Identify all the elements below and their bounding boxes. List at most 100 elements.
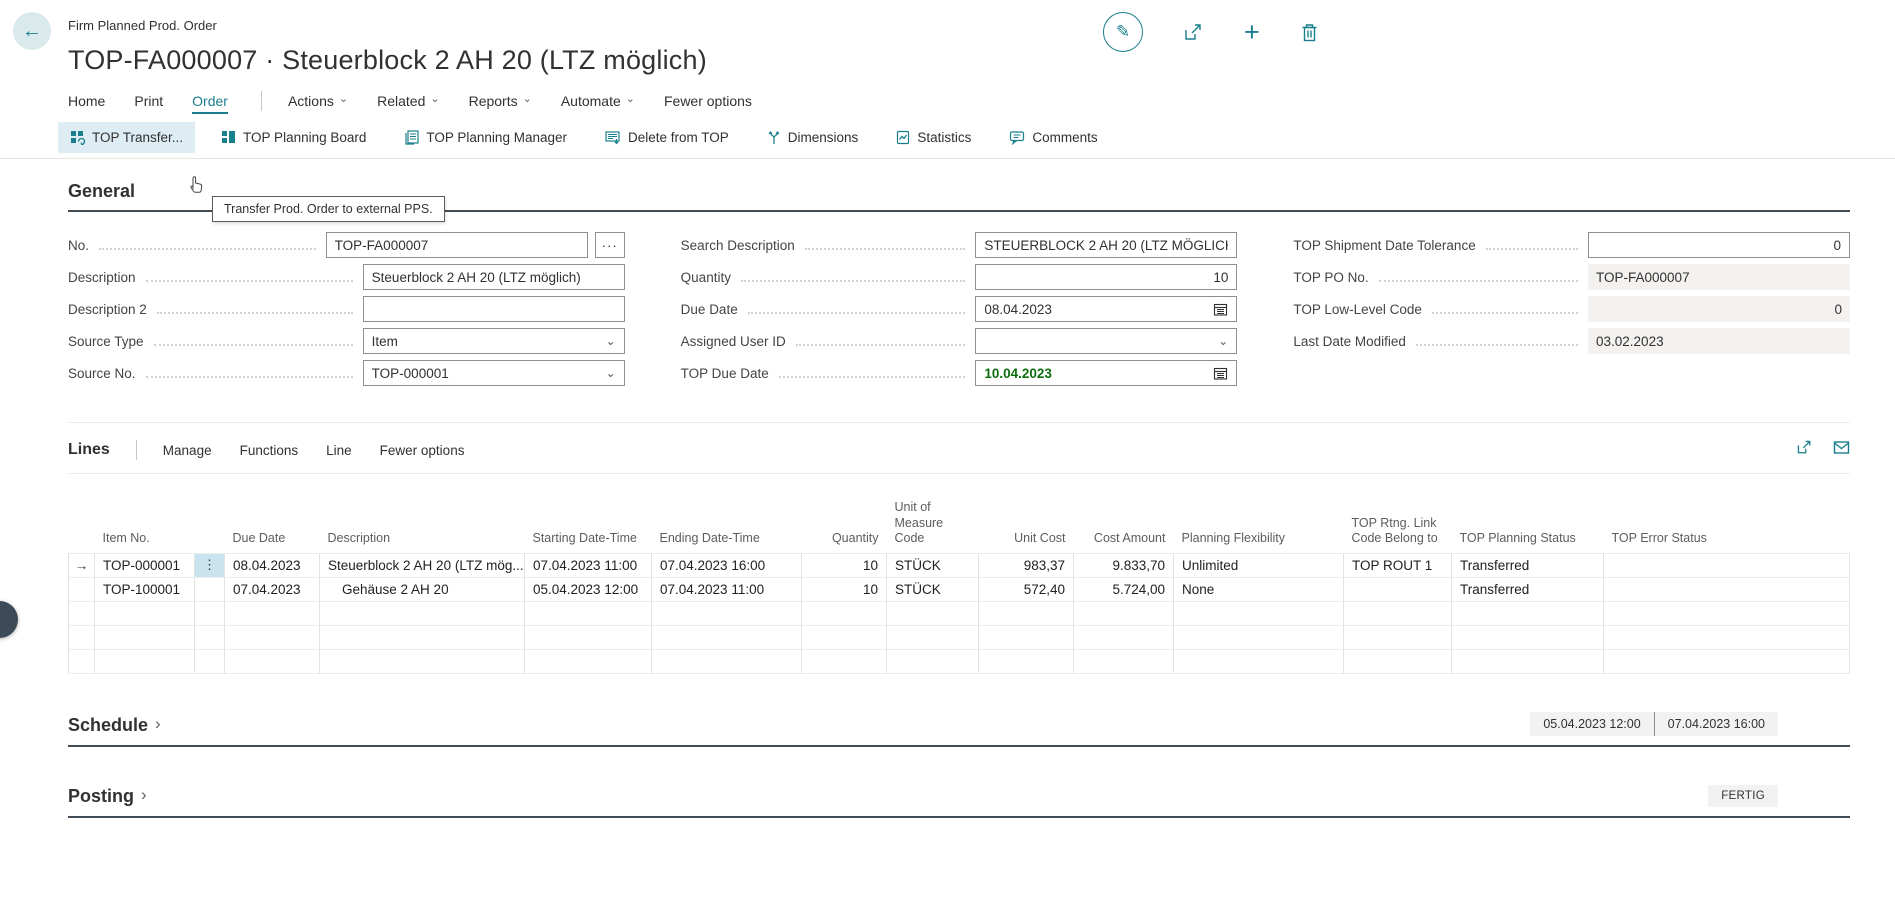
lines-tab-fewer-options[interactable]: Fewer options	[380, 443, 465, 458]
cell-due-date[interactable]: 08.04.2023	[225, 553, 320, 577]
statistics-button[interactable]: Statistics	[884, 122, 983, 153]
lines-toolbar-divider	[68, 473, 1850, 474]
source-no-select[interactable]: TOP-000001⌄	[363, 360, 625, 386]
cell-description[interactable]: Gehäuse 2 AH 20	[320, 577, 525, 601]
delete-icon[interactable]	[1300, 22, 1319, 43]
calendar-icon[interactable]	[1213, 366, 1228, 381]
tab-automate[interactable]: Automate⌄	[561, 93, 635, 114]
top-planning-manager-button[interactable]: TOP Planning Manager	[392, 122, 579, 153]
cell-planning-status[interactable]: Transferred	[1452, 553, 1604, 577]
cell-item-no[interactable]: TOP-000001	[95, 553, 195, 577]
lines-tab-functions[interactable]: Functions	[240, 443, 299, 458]
col-due-date[interactable]: Due Date	[225, 498, 320, 553]
dimensions-button[interactable]: Dimensions	[755, 122, 871, 153]
dotted-leader	[748, 312, 966, 314]
col-description[interactable]: Description	[320, 498, 525, 553]
posting-status-badge: FERTIG	[1708, 785, 1778, 807]
due-date-input[interactable]: 08.04.2023	[975, 296, 1237, 322]
empty-table-row[interactable]	[69, 625, 1850, 649]
share-icon[interactable]	[1796, 439, 1813, 461]
side-panel-handle[interactable]	[0, 601, 18, 638]
tab-order[interactable]: Order	[192, 93, 228, 114]
top-shipment-date-tolerance-input[interactable]: 0	[1588, 232, 1850, 258]
quantity-input[interactable]: 10	[975, 264, 1237, 290]
cell-cost-amount[interactable]: 5.724,00	[1074, 577, 1174, 601]
top-planning-board-button[interactable]: TOP Planning Board	[209, 122, 378, 153]
mouse-cursor-hand	[186, 174, 206, 196]
cell-due-date[interactable]: 07.04.2023	[225, 577, 320, 601]
col-top-rtng-link-code[interactable]: TOP Rtng. Link Code Belong to	[1344, 498, 1452, 553]
source-type-select[interactable]: Item⌄	[363, 328, 625, 354]
cell-planning-flexibility[interactable]: Unlimited	[1174, 553, 1344, 577]
schedule-section: Schedule › 05.04.2023 12:00 07.04.2023 1…	[68, 712, 1850, 747]
tab-print[interactable]: Print	[134, 93, 163, 114]
lines-tab-manage[interactable]: Manage	[163, 443, 212, 458]
row-indicator-cell	[69, 577, 95, 601]
top-transfer-button[interactable]: TOP Transfer...	[58, 122, 195, 153]
field-label: No.	[68, 238, 89, 253]
row-menu-cell[interactable]	[195, 577, 225, 601]
search-description-input[interactable]: STEUERBLOCK 2 AH 20 (LTZ MÖGLICH)	[975, 232, 1237, 258]
cell-planning-flexibility[interactable]: None	[1174, 577, 1344, 601]
col-item-no[interactable]: Item No.	[95, 498, 195, 553]
cell-ending[interactable]: 07.04.2023 16:00	[652, 553, 802, 577]
col-starting-date-time[interactable]: Starting Date-Time	[525, 498, 652, 553]
transfer-grid-icon	[70, 130, 85, 145]
posting-heading[interactable]: Posting ›	[68, 786, 147, 807]
cell-description[interactable]: Steuerblock 2 AH 20 (LTZ mög...	[320, 553, 525, 577]
description-2-input[interactable]	[363, 296, 625, 322]
schedule-heading[interactable]: Schedule ›	[68, 715, 161, 736]
comments-button[interactable]: Comments	[997, 122, 1109, 153]
tab-related[interactable]: Related⌄	[377, 93, 439, 114]
cell-unit-cost[interactable]: 983,37	[979, 553, 1074, 577]
table-row[interactable]: → TOP-000001 ⋮ 08.04.2023 Steuerblock 2 …	[69, 553, 1850, 577]
add-icon[interactable]: +	[1244, 19, 1260, 46]
command-menu: Home Print Order Actions⌄ Related⌄ Repor…	[68, 91, 1895, 115]
row-menu-icon[interactable]: ⋮	[195, 553, 225, 577]
col-planning-flexibility[interactable]: Planning Flexibility	[1174, 498, 1344, 553]
description-input[interactable]: Steuerblock 2 AH 20 (LTZ möglich)	[363, 264, 625, 290]
share-icon[interactable]	[1183, 22, 1204, 43]
lookup-ellipsis-button[interactable]: ···	[595, 232, 625, 258]
tab-reports[interactable]: Reports⌄	[469, 93, 532, 114]
cell-ending[interactable]: 07.04.2023 11:00	[652, 577, 802, 601]
general-column-1: No. TOP-FA000007 ··· Description Steuerb…	[68, 232, 625, 392]
cell-quantity[interactable]: 10	[802, 553, 887, 577]
cell-unit-cost[interactable]: 572,40	[979, 577, 1074, 601]
cell-uom[interactable]: STÜCK	[887, 553, 979, 577]
cell-error-status[interactable]	[1604, 577, 1850, 601]
back-button[interactable]: ←	[13, 12, 51, 50]
col-unit-cost[interactable]: Unit Cost	[979, 498, 1074, 553]
cell-error-status[interactable]	[1604, 553, 1850, 577]
cell-starting[interactable]: 07.04.2023 11:00	[525, 553, 652, 577]
empty-table-row[interactable]	[69, 649, 1850, 673]
tab-actions[interactable]: Actions⌄	[288, 93, 348, 114]
delete-from-top-button[interactable]: Delete from TOP	[593, 122, 741, 153]
dotted-leader	[1416, 344, 1578, 346]
col-quantity[interactable]: Quantity	[802, 498, 887, 553]
col-ending-date-time[interactable]: Ending Date-Time	[652, 498, 802, 553]
cell-item-no[interactable]: TOP-100001	[95, 577, 195, 601]
top-due-date-input[interactable]: 10.04.2023	[975, 360, 1237, 386]
cell-quantity[interactable]: 10	[802, 577, 887, 601]
calendar-icon[interactable]	[1213, 302, 1228, 317]
no-input[interactable]: TOP-FA000007	[326, 232, 588, 258]
assigned-user-id-select[interactable]: ⌄	[975, 328, 1237, 354]
email-icon[interactable]	[1833, 440, 1850, 460]
cell-cost-amount[interactable]: 9.833,70	[1074, 553, 1174, 577]
cell-starting[interactable]: 05.04.2023 12:00	[525, 577, 652, 601]
lines-tab-line[interactable]: Line	[326, 443, 352, 458]
cell-rtng-link[interactable]: TOP ROUT 1	[1344, 553, 1452, 577]
col-top-error-status[interactable]: TOP Error Status	[1604, 498, 1850, 553]
cell-rtng-link[interactable]	[1344, 577, 1452, 601]
table-row[interactable]: TOP-100001 07.04.2023 Gehäuse 2 AH 20 05…	[69, 577, 1850, 601]
tab-fewer-options[interactable]: Fewer options	[664, 93, 752, 114]
edit-pencil-icon[interactable]: ✎	[1103, 12, 1143, 52]
empty-table-row[interactable]	[69, 601, 1850, 625]
col-top-planning-status[interactable]: TOP Planning Status	[1452, 498, 1604, 553]
col-cost-amount[interactable]: Cost Amount	[1074, 498, 1174, 553]
tab-home[interactable]: Home	[68, 93, 105, 114]
cell-uom[interactable]: STÜCK	[887, 577, 979, 601]
col-unit-of-measure-code[interactable]: Unit of Measure Code	[887, 498, 979, 553]
cell-planning-status[interactable]: Transferred	[1452, 577, 1604, 601]
